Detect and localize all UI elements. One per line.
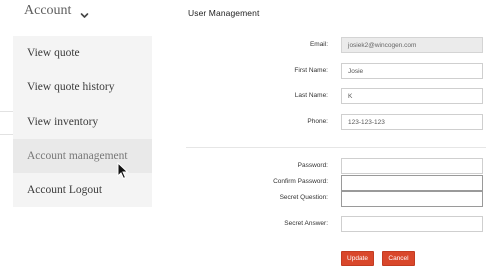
secret-question-label: Secret Question: (279, 194, 328, 201)
first-name-label: First Name: (294, 67, 328, 74)
page-title: User Management (188, 8, 260, 18)
menu-item-label: View quote (27, 47, 80, 59)
email-field: josiek2@wincogen.com (341, 37, 483, 53)
menu-item-label: Account Logout (27, 184, 103, 196)
menu-item-view-quote[interactable]: View quote (13, 36, 152, 70)
password-field[interactable] (341, 158, 483, 174)
secret-answer-label: Secret Answer: (284, 220, 328, 227)
account-dropdown-menu: View quote View quote history View inven… (13, 36, 152, 207)
menu-item-view-quote-history[interactable]: View quote history (13, 70, 152, 104)
cancel-button[interactable]: Cancel (382, 251, 415, 266)
menu-item-label: View inventory (27, 116, 99, 128)
last-name-field[interactable]: K (341, 88, 483, 104)
last-name-value: K (348, 92, 353, 100)
mouse-pointer-icon (117, 161, 129, 180)
last-name-label: Last Name: (294, 92, 328, 99)
chevron-down-icon (80, 7, 89, 18)
section-divider (186, 147, 486, 148)
account-menu-toggle[interactable]: Account (24, 2, 89, 20)
menu-item-account-management[interactable]: Account management (13, 139, 152, 173)
menu-item-account-logout[interactable]: Account Logout (13, 173, 152, 207)
secret-answer-field[interactable] (341, 216, 483, 232)
secret-question-field[interactable] (341, 191, 483, 207)
confirm-password-label: Confirm Password: (273, 178, 328, 185)
phone-field[interactable]: 123-123-123 (341, 114, 483, 130)
email-label: Email: (309, 41, 328, 48)
menu-item-view-inventory[interactable]: View inventory (13, 105, 152, 139)
password-label: Password: (297, 162, 328, 169)
first-name-field[interactable]: Josie (341, 63, 483, 79)
confirm-password-field[interactable] (341, 175, 483, 191)
menu-item-label: View quote history (27, 81, 115, 93)
account-menu-label: Account (24, 3, 72, 18)
email-value: josiek2@wincogen.com (348, 41, 417, 49)
menu-item-label: Account management (27, 150, 128, 162)
update-button[interactable]: Update (341, 251, 374, 266)
phone-label: Phone: (307, 118, 328, 125)
phone-value: 123-123-123 (348, 118, 385, 126)
first-name-value: Josie (348, 67, 364, 75)
background-element-edge (0, 111, 14, 135)
